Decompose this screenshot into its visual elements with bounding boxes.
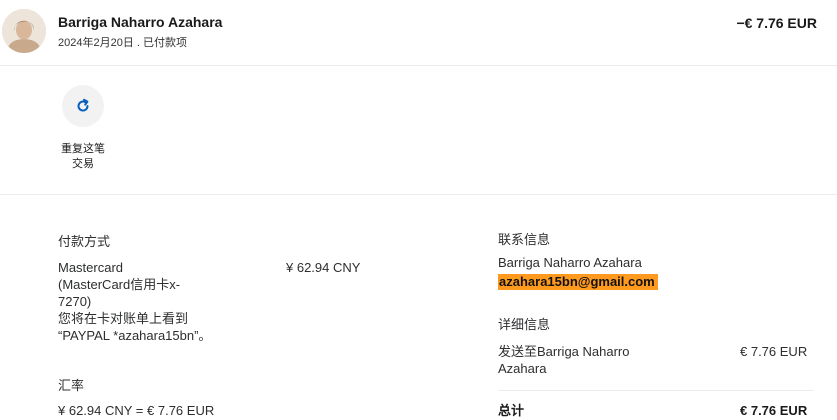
payment-method-line: Mastercard [58,260,124,275]
refresh-icon [77,98,89,112]
total-label: 总计 [498,403,525,418]
payment-method-line: “PAYPAL *azahara15bn”。 [58,328,212,343]
transaction-date-status: 2024年2月20日 . 已付款项 [58,37,187,49]
details-title: 详细信息 [498,317,551,332]
repeat-label-line1: 重复这笔 [61,143,105,155]
sent-to-label: 发送至Barriga Naharro Azahara [498,343,630,377]
total-amount: € 7.76 EUR [740,403,808,418]
repeat-transaction-label[interactable]: 重复这笔 交易 [56,142,110,172]
avatar [2,9,46,53]
payment-amount: ¥ 62.94 CNY [286,260,361,275]
contact-email[interactable]: azahara15bn@gmail.com [498,274,658,290]
repeat-label-line2: 交易 [72,158,94,170]
payment-method-details: Mastercard (MasterCard信用卡x- 7270) 您将在卡对账… [58,259,211,344]
payment-method-line: 7270) [58,294,92,309]
exchange-rate-value: ¥ 62.94 CNY = € 7.76 EUR [58,403,215,418]
exchange-rate-title: 汇率 [58,378,85,393]
contact-name: Barriga Naharro Azahara [498,255,642,270]
payment-method-line: (MasterCard信用卡x- [58,277,181,292]
contact-email-row: azahara15bn@gmail.com [498,273,658,290]
contact-info-title: 联系信息 [498,232,551,247]
payment-method-title: 付款方式 [58,234,111,249]
payment-method-line: 您将在卡对账单上看到 [58,311,189,326]
payee-name: Barriga Naharro Azahara [58,14,223,30]
sent-amount: € 7.76 EUR [740,344,808,359]
actions-section: 重复这笔 交易 [0,66,837,195]
repeat-transaction-button[interactable] [62,85,104,127]
transaction-amount: −€ 7.76 EUR [736,15,817,31]
transaction-header: Barriga Naharro Azahara 2024年2月20日 . 已付款… [0,0,837,66]
sent-to-line1: 发送至Barriga Naharro [498,344,630,359]
sent-to-line2: Azahara [498,361,547,376]
total-divider [498,390,814,391]
